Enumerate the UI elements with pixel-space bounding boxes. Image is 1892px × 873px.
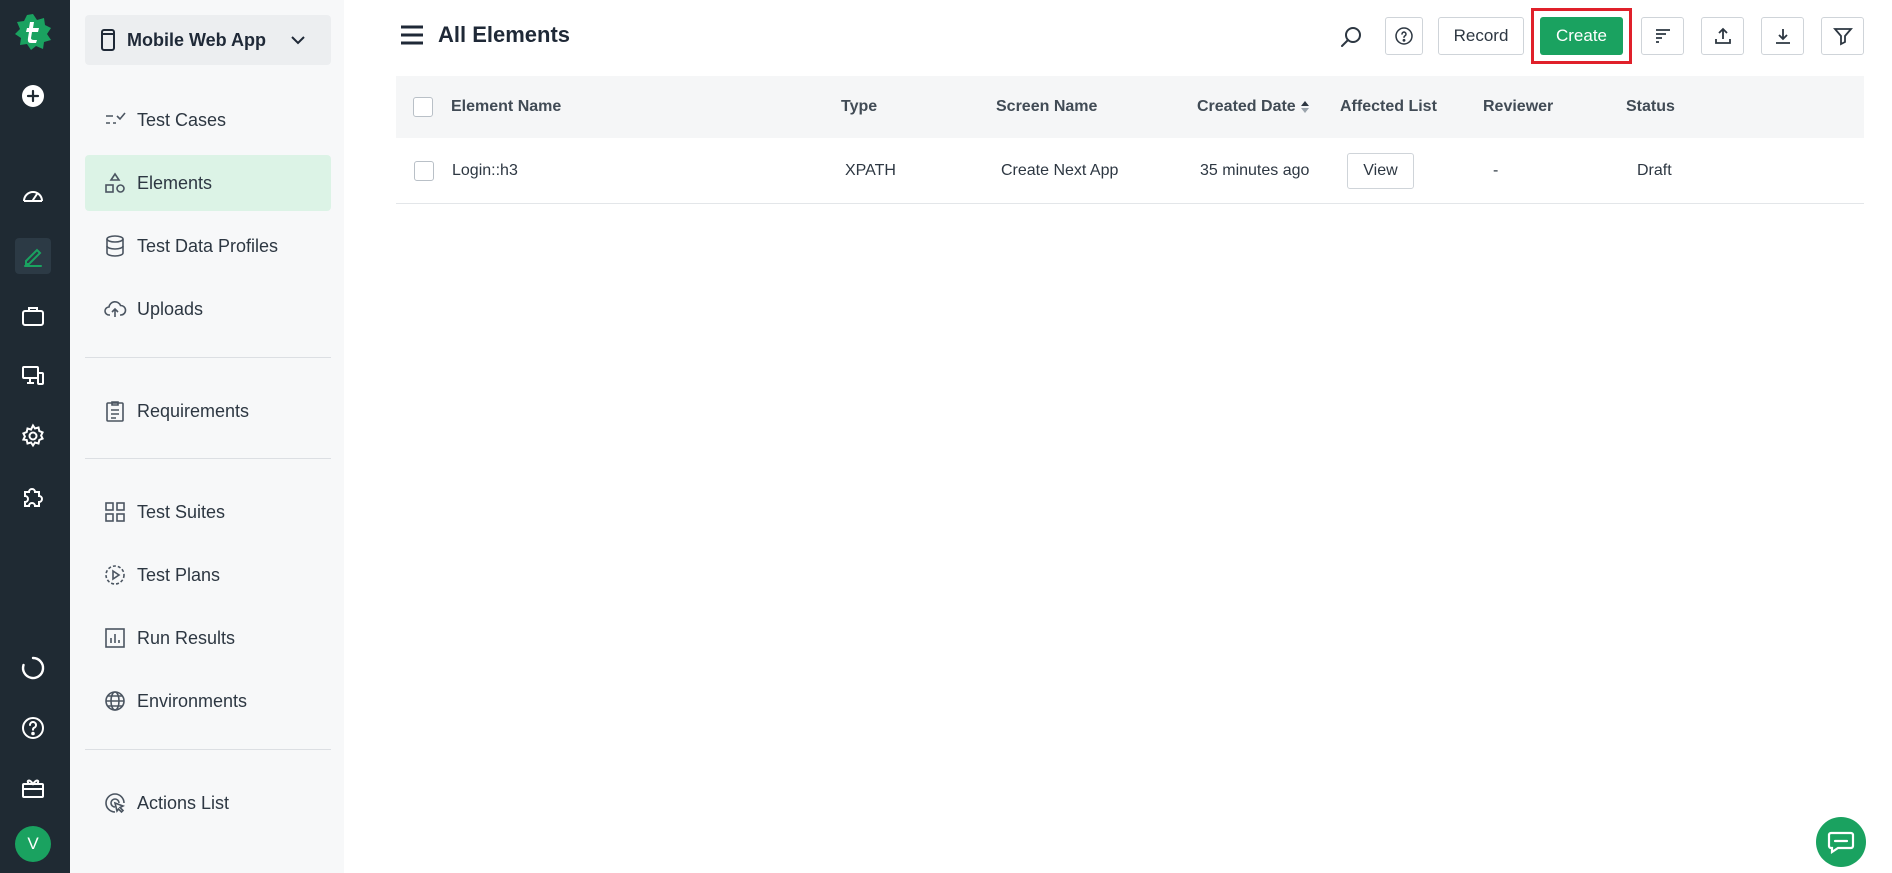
element-name-cell[interactable]: Login::h3	[452, 138, 518, 204]
gift-icon[interactable]	[15, 770, 51, 806]
loading-circle-icon[interactable]	[15, 650, 51, 686]
view-affected-list-button[interactable]: View	[1347, 153, 1414, 189]
hamburger-menu-icon[interactable]	[400, 24, 424, 46]
sidebar-item-label: Elements	[137, 172, 213, 193]
sidebar-divider	[85, 458, 331, 459]
sidebar-item-label: Actions List	[137, 792, 230, 813]
created-date-cell: 35 minutes ago	[1200, 162, 1310, 179]
search-button[interactable]	[1336, 22, 1366, 52]
type-cell: XPATH	[845, 162, 896, 179]
column-header-affected-list[interactable]: Affected List	[1340, 76, 1437, 138]
sidebar-item-test-data-profiles[interactable]: Test Data Profiles	[85, 218, 331, 274]
table-header: Element Name Type Screen Name Created Da…	[396, 76, 1864, 138]
testsigma-logo-icon[interactable]	[13, 12, 53, 52]
sidebar: Mobile Web App Test Cases Elements Test …	[70, 0, 344, 873]
mobile-phone-icon	[101, 29, 115, 51]
main-content: All Elements Record Create Element Name …	[344, 0, 1892, 873]
search-icon	[1341, 27, 1361, 47]
sidebar-item-test-plans[interactable]: Test Plans	[85, 547, 331, 603]
help-circle-icon[interactable]	[15, 710, 51, 746]
download-icon	[1775, 29, 1790, 44]
elements-icon	[105, 172, 125, 193]
filter-button[interactable]	[1821, 17, 1864, 55]
sidebar-divider	[85, 357, 331, 358]
sidebar-item-test-cases[interactable]: Test Cases	[85, 92, 331, 148]
sidebar-item-label: Environments	[137, 690, 248, 711]
select-all-checkbox[interactable]	[413, 97, 433, 117]
briefcase-icon[interactable]	[15, 298, 51, 334]
sidebar-item-label: Requirements	[137, 400, 250, 421]
sidebar-item-label: Test Plans	[137, 564, 221, 585]
user-avatar[interactable]: V	[15, 826, 51, 862]
devices-icon[interactable]	[15, 358, 51, 394]
app-rail: V	[0, 0, 70, 873]
help-circle-icon	[1395, 27, 1413, 45]
sidebar-divider	[85, 749, 331, 750]
screen-name-cell: Create Next App	[1001, 162, 1119, 179]
chat-support-button[interactable]	[1816, 817, 1866, 867]
test-cases-icon	[106, 112, 126, 124]
sidebar-item-actions-list[interactable]: Actions List	[85, 775, 331, 831]
column-header-label: Created Date	[1197, 98, 1296, 115]
column-header-element-name[interactable]: Element Name	[451, 76, 561, 138]
sidebar-item-test-suites[interactable]: Test Suites	[85, 484, 331, 540]
table-row[interactable]: Login::h3 XPATH Create Next App 35 minut…	[396, 138, 1864, 204]
column-header-screen-name[interactable]: Screen Name	[996, 76, 1097, 138]
upload-button[interactable]	[1701, 17, 1744, 55]
reviewer-cell: -	[1493, 162, 1499, 179]
status-cell: Draft	[1637, 162, 1672, 179]
filter-funnel-icon	[1832, 28, 1853, 46]
record-button[interactable]: Record	[1438, 17, 1524, 55]
sidebar-item-label: Uploads	[137, 298, 204, 319]
cloud-upload-icon	[104, 301, 127, 317]
project-selector[interactable]: Mobile Web App	[85, 15, 331, 65]
sidebar-item-elements[interactable]: Elements	[85, 155, 331, 211]
row-checkbox[interactable]	[414, 161, 434, 181]
add-circle-icon[interactable]	[15, 78, 51, 114]
sidebar-item-label: Test Data Profiles	[137, 235, 279, 256]
cursor-click-icon	[105, 793, 125, 814]
sidebar-item-uploads[interactable]: Uploads	[85, 281, 331, 337]
clipboard-icon	[106, 401, 124, 422]
help-button[interactable]	[1385, 17, 1423, 55]
project-name: Mobile Web App	[127, 29, 266, 50]
page-title: All Elements	[438, 22, 571, 47]
sidebar-item-requirements[interactable]: Requirements	[85, 383, 331, 439]
download-button[interactable]	[1761, 17, 1804, 55]
create-button[interactable]: Create	[1540, 17, 1623, 55]
column-header-created-date[interactable]: Created Date	[1197, 76, 1310, 138]
sidebar-item-run-results[interactable]: Run Results	[85, 610, 331, 666]
column-header-reviewer[interactable]: Reviewer	[1483, 76, 1553, 138]
upload-icon	[1714, 27, 1731, 44]
column-header-status[interactable]: Status	[1626, 76, 1675, 138]
puzzle-icon[interactable]	[15, 478, 51, 514]
create-highlight: Create	[1531, 8, 1632, 64]
edit-pencil-icon[interactable]	[15, 238, 51, 274]
sort-lines-icon	[1655, 29, 1670, 43]
globe-icon	[105, 691, 125, 711]
sidebar-item-label: Run Results	[137, 627, 236, 648]
sidebar-item-label: Test Cases	[137, 109, 227, 130]
sort-button[interactable]	[1641, 17, 1684, 55]
play-circle-icon	[105, 565, 125, 585]
gear-icon[interactable]	[15, 418, 51, 454]
column-header-type[interactable]: Type	[841, 76, 877, 138]
database-icon	[106, 235, 124, 257]
sidebar-item-environments[interactable]: Environments	[85, 673, 331, 729]
elements-table: Element Name Type Screen Name Created Da…	[396, 76, 1864, 204]
sort-arrows-icon	[1300, 101, 1309, 113]
dashboard-gauge-icon[interactable]	[15, 178, 51, 214]
bar-chart-icon	[105, 628, 125, 648]
grid-icon	[105, 502, 125, 522]
chat-bubble-icon	[1827, 831, 1855, 854]
sidebar-item-label: Test Suites	[137, 501, 226, 522]
chevron-down-icon	[291, 36, 305, 45]
